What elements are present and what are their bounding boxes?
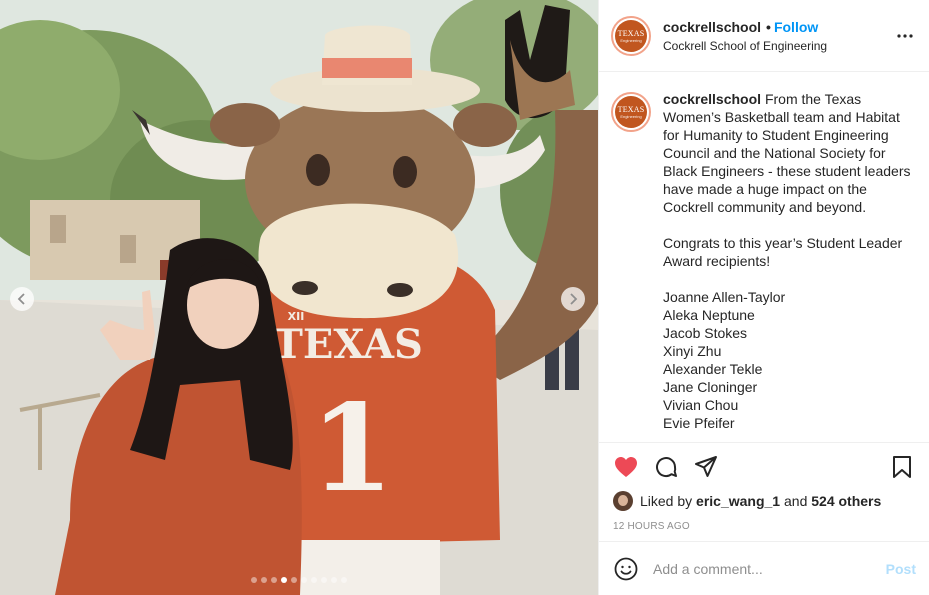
mascot-photo-image: TEXAS 1 XII xyxy=(0,0,598,595)
post-details-panel: TEXAS Engineering cockrellschool • Follow … xyxy=(598,0,929,595)
carousel-dot xyxy=(341,577,347,583)
heart-icon xyxy=(615,457,637,477)
share-button[interactable] xyxy=(693,454,719,480)
recipients-list: Joanne Allen-Taylor Aleka Neptune Jacob St… xyxy=(663,288,913,432)
recipient-name: Joanne Allen-Taylor xyxy=(663,289,786,305)
carousel-dot xyxy=(291,577,297,583)
avatar-logo-text: TEXAS xyxy=(617,105,645,114)
carousel-dot xyxy=(251,577,257,583)
like-button[interactable] xyxy=(613,454,639,480)
caption-username[interactable]: cockrellschool xyxy=(663,91,761,107)
carousel-dot xyxy=(261,577,267,583)
carousel-next-button[interactable] xyxy=(561,287,585,311)
liked-by-user[interactable]: eric_wang_1 xyxy=(696,493,780,509)
smiley-icon xyxy=(614,557,638,580)
liker-avatar[interactable] xyxy=(613,491,633,511)
caption-paragraph-2: Congrats to this year’s Student Leader A… xyxy=(663,235,903,269)
post-header: TEXAS Engineering cockrellschool • Follow … xyxy=(599,0,929,72)
post-timestamp[interactable]: 12 HOURS AGO xyxy=(613,521,915,532)
follow-button[interactable]: Follow xyxy=(774,19,818,35)
account-avatar[interactable]: TEXAS Engineering xyxy=(611,15,651,56)
chevron-right-icon xyxy=(570,293,578,305)
caption-paragraph-1: From the Texas Women’s Basketball team a… xyxy=(663,91,911,215)
carousel-indicator xyxy=(0,577,598,583)
liked-by-prefix: Liked by xyxy=(640,493,693,509)
post-location[interactable]: Cockrell School of Engineering xyxy=(663,38,895,54)
texas-engineering-logo: TEXAS Engineering xyxy=(615,96,647,128)
header-text: cockrellschool • Follow Cockrell School of… xyxy=(663,18,895,54)
more-options-button[interactable] xyxy=(895,26,915,46)
comment-button[interactable] xyxy=(653,454,679,480)
carousel-dot xyxy=(281,577,287,583)
recipient-name: Evie Pfeifer xyxy=(663,415,735,431)
more-options-icon xyxy=(897,33,913,38)
caption-text: cockrellschool From the Texas Women’s Ba… xyxy=(663,90,913,442)
carousel-dot xyxy=(301,577,307,583)
account-username[interactable]: cockrellschool xyxy=(663,19,761,35)
paper-plane-icon xyxy=(695,456,717,477)
jersey-number: 1 xyxy=(310,378,394,519)
carousel-prev-button[interactable] xyxy=(10,287,34,311)
instagram-post: TEXAS 1 XII TEXAS Engineering cockrellsc… xyxy=(0,0,929,595)
bookmark-icon xyxy=(893,456,911,478)
comment-bubble-icon xyxy=(656,457,677,478)
likes-count-link[interactable]: 524 others xyxy=(811,493,881,509)
avatar-logo-text: TEXAS xyxy=(617,28,645,38)
post-photo[interactable]: TEXAS 1 XII xyxy=(0,0,598,595)
likes-summary: Liked by eric_wang_1 and 524 others xyxy=(613,491,915,511)
save-button[interactable] xyxy=(889,454,915,480)
jersey-text: TEXAS xyxy=(273,321,423,368)
separator-dot: • xyxy=(766,18,771,35)
carousel-dot xyxy=(331,577,337,583)
carousel-dot xyxy=(321,577,327,583)
recipient-name: Xinyi Zhu xyxy=(663,343,722,359)
liked-by-and: and xyxy=(784,493,808,509)
jersey-patch: XII xyxy=(288,310,305,323)
recipient-name: Jacob Stokes xyxy=(663,325,748,341)
comment-input[interactable] xyxy=(653,560,886,577)
emoji-button[interactable] xyxy=(613,556,639,582)
texas-engineering-logo: TEXAS Engineering xyxy=(615,19,647,52)
post-caption: TEXAS Engineering cockrellschool From th… xyxy=(599,72,929,442)
recipient-name: Vivian Chou xyxy=(663,397,739,413)
add-comment-bar: Post xyxy=(599,541,929,595)
avatar-logo-subtext: Engineering xyxy=(620,37,642,43)
caption-avatar[interactable]: TEXAS Engineering xyxy=(611,92,651,132)
carousel-dot xyxy=(271,577,277,583)
post-actions: Liked by eric_wang_1 and 524 others 12 H… xyxy=(599,442,929,532)
chevron-left-icon xyxy=(17,293,25,305)
recipient-name: Jane Cloninger xyxy=(663,379,758,395)
recipient-name: Alexander Tekle xyxy=(663,361,763,377)
recipient-name: Aleka Neptune xyxy=(663,307,755,323)
action-icons-row xyxy=(613,453,915,481)
avatar-logo-subtext: Engineering xyxy=(620,114,642,119)
carousel-dot xyxy=(311,577,317,583)
post-comment-button[interactable]: Post xyxy=(886,561,916,577)
